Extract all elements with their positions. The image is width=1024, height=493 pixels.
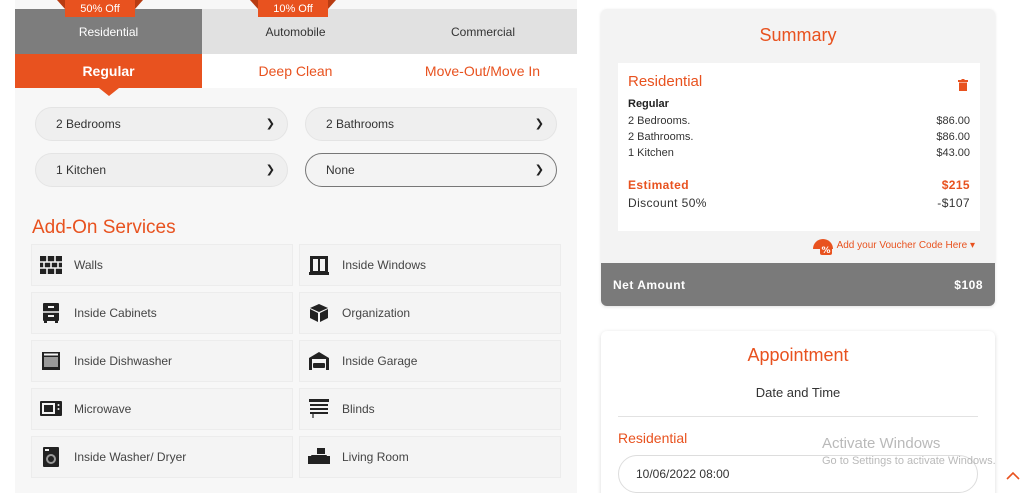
appointment-subtitle: Date and Time	[755, 385, 841, 400]
cabinet-icon	[40, 303, 62, 323]
tab-regular[interactable]: Regular	[15, 54, 202, 96]
addon-inside-garage-label: Inside Garage	[342, 354, 418, 368]
chevron-down-icon: ❯	[265, 164, 275, 176]
summary-line-amount: $43.00	[936, 147, 970, 159]
addon-inside-garage[interactable]: Inside Garage	[299, 340, 561, 382]
summary-panel: Summary Residential Regular 2 Bedrooms. $…	[601, 9, 995, 306]
bedrooms-select[interactable]: 2 Bedrooms ❯	[35, 107, 288, 141]
addon-inside-dishwasher[interactable]: Inside Dishwasher	[31, 340, 293, 382]
appointment-title: Appointment	[747, 345, 849, 365]
tab-automobile-label: Automobile	[265, 24, 326, 39]
microwave-icon	[40, 399, 62, 419]
appointment-property-label: Residential	[618, 430, 688, 446]
tab-residential[interactable]: 50% Off Residential	[15, 0, 202, 54]
property-type-tabs: 50% Off Residential 10% Off Automobile C…	[15, 0, 577, 54]
addon-walls[interactable]: Walls	[31, 244, 293, 286]
kitchen-select[interactable]: 1 Kitchen ❯	[35, 153, 288, 187]
net-amount-bar: Net Amount $108	[601, 263, 995, 306]
discount-label: Discount 50%	[628, 196, 707, 210]
trash-icon[interactable]	[958, 79, 968, 91]
tab-regular-label: Regular	[82, 63, 135, 79]
booking-panel: 50% Off Residential 10% Off Automobile C…	[15, 0, 577, 493]
net-amount-label: Net Amount	[613, 277, 686, 292]
box-icon	[308, 303, 330, 323]
summary-card-title: Residential	[628, 73, 703, 90]
discount-row: Discount 50% -$107	[628, 196, 970, 210]
summary-title: Summary	[759, 25, 837, 45]
addon-walls-label: Walls	[74, 258, 103, 272]
addon-blinds-label: Blinds	[342, 402, 375, 416]
cleaning-type-tabs: Regular Deep Clean Move-Out/Move In	[15, 54, 577, 96]
addon-inside-cabinets[interactable]: Inside Cabinets	[31, 292, 293, 334]
garage-icon	[308, 351, 330, 371]
estimated-row: Estimated $215	[628, 178, 970, 192]
svg-text:%: %	[821, 246, 830, 255]
tab-deep-clean[interactable]: Deep Clean	[202, 54, 389, 88]
chevron-down-icon: ❯	[534, 164, 544, 176]
tab-commercial-label: Commercial	[450, 24, 515, 39]
extra-select[interactable]: None ❯	[305, 153, 557, 187]
addon-inside-dishwasher-label: Inside Dishwasher	[74, 354, 173, 368]
dishwasher-icon	[40, 351, 62, 371]
tab-move-out[interactable]: Move-Out/Move In	[389, 54, 576, 88]
summary-line-label: 2 Bathrooms.	[628, 131, 694, 143]
addon-blinds[interactable]: Blinds	[299, 388, 561, 430]
kitchen-value: 1 Kitchen	[56, 163, 107, 177]
addon-microwave-label: Microwave	[74, 402, 132, 416]
extra-value: None	[326, 163, 355, 177]
bedrooms-value: 2 Bedrooms	[56, 117, 121, 131]
estimated-value: $215	[941, 178, 970, 192]
chevron-down-icon: ❯	[265, 118, 275, 130]
addon-services-heading: Add-On Services	[32, 217, 176, 238]
washer-icon	[40, 447, 62, 467]
sofa-icon	[308, 447, 330, 467]
summary-line-label: 2 Bedrooms.	[628, 115, 691, 127]
voucher-link-label: Add your Voucher Code Here ▾	[836, 239, 975, 251]
summary-line: 1 Kitchen $43.00	[628, 147, 970, 159]
tab-automobile[interactable]: 10% Off Automobile	[202, 0, 389, 54]
tab-commercial[interactable]: Commercial	[389, 9, 577, 54]
scroll-up-icon[interactable]	[1006, 470, 1020, 480]
discount-ribbon-automobile: 10% Off	[250, 0, 336, 17]
addon-inside-windows-label: Inside Windows	[342, 258, 427, 272]
voucher-percent-icon: %	[812, 239, 833, 255]
summary-line-label: 1 Kitchen	[628, 147, 674, 159]
addon-living-room-label: Living Room	[342, 450, 409, 464]
appointment-panel: Appointment Date and Time Residential 10…	[601, 331, 995, 493]
addon-inside-cabinets-label: Inside Cabinets	[74, 306, 157, 320]
net-amount-value: $108	[954, 277, 983, 292]
estimated-label: Estimated	[628, 178, 689, 192]
tab-residential-label: Residential	[78, 24, 139, 39]
date-time-value: 10/06/2022 08:00	[636, 467, 730, 481]
discount-value: -$107	[937, 196, 970, 210]
addon-organization-label: Organization	[342, 306, 411, 320]
addon-inside-washer-dryer[interactable]: Inside Washer/ Dryer	[31, 436, 293, 478]
chevron-down-icon: ❯	[534, 118, 544, 130]
addon-organization[interactable]: Organization	[299, 292, 561, 334]
discount-ribbon-residential: 50% Off	[57, 0, 143, 17]
summary-line-amount: $86.00	[936, 115, 970, 127]
summary-cleaning-type: Regular	[628, 98, 669, 110]
page: 50% Off Residential 10% Off Automobile C…	[0, 0, 1024, 493]
voucher-link[interactable]: % Add your Voucher Code Here ▾	[812, 235, 975, 255]
tab-move-out-label: Move-Out/Move In	[424, 63, 541, 79]
addon-inside-washer-dryer-label: Inside Washer/ Dryer	[74, 450, 187, 464]
bathrooms-select[interactable]: 2 Bathrooms ❯	[305, 107, 557, 141]
summary-line-amount: $86.00	[936, 131, 970, 143]
addon-microwave[interactable]: Microwave	[31, 388, 293, 430]
summary-line: 2 Bathrooms. $86.00	[628, 131, 970, 143]
window-icon	[308, 255, 330, 275]
summary-card: Residential Regular 2 Bedrooms. $86.00 2 …	[618, 63, 980, 231]
addon-inside-windows[interactable]: Inside Windows	[299, 244, 561, 286]
bathrooms-value: 2 Bathrooms	[326, 117, 395, 131]
blinds-icon	[308, 399, 330, 419]
brick-wall-icon	[40, 255, 62, 275]
addon-living-room[interactable]: Living Room	[299, 436, 561, 478]
divider	[618, 416, 978, 417]
tab-deep-clean-label: Deep Clean	[258, 63, 333, 79]
date-time-input[interactable]: 10/06/2022 08:00	[618, 455, 978, 493]
summary-line: 2 Bedrooms. $86.00	[628, 115, 970, 127]
